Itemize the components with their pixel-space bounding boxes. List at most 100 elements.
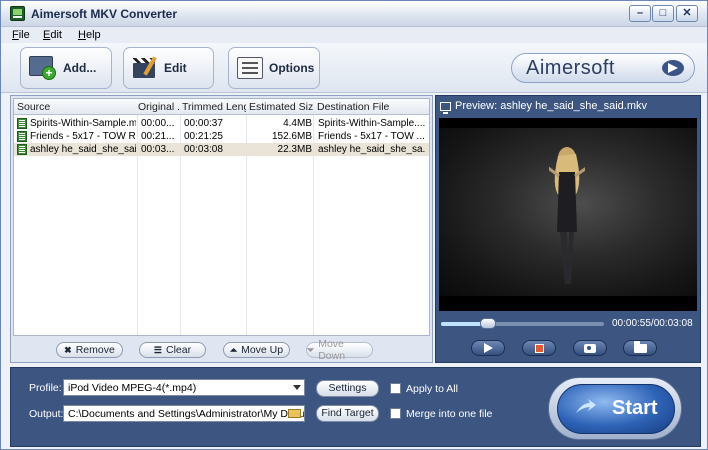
- app-window: Aimersoft MKV Converter – □ ✕ File Edit …: [0, 0, 708, 450]
- add-button-label: Add...: [63, 61, 97, 75]
- file-estimated-size: 152.6MB: [271, 131, 312, 142]
- file-original-length: 00:00...: [141, 118, 175, 129]
- profile-label: Profile:: [29, 382, 62, 394]
- brand-logo[interactable]: Aimersoft: [511, 53, 695, 83]
- file-source: ashley he_said_she_sai...: [30, 144, 136, 155]
- start-button[interactable]: Start: [557, 384, 675, 434]
- merge-checkbox[interactable]: [390, 408, 401, 419]
- file-list[interactable]: Source Original ... Trimmed Length Estim…: [13, 98, 430, 336]
- camera-icon: [584, 343, 596, 353]
- file-estimated-size: 4.4MB: [283, 118, 312, 129]
- move-up-button-label: Move Up: [241, 344, 284, 356]
- open-folder-button[interactable]: [623, 340, 657, 356]
- options-button[interactable]: Options: [228, 47, 320, 89]
- add-button[interactable]: + Add...: [20, 47, 112, 89]
- start-button-frame: Start: [548, 377, 682, 440]
- preview-panel: Preview: ashley he_said_she_said.mkv 00:…: [435, 95, 701, 363]
- browse-folder-icon[interactable]: [288, 409, 301, 418]
- stop-icon: [534, 343, 544, 353]
- profile-select[interactable]: iPod Video MPEG-4(*.mp4): [63, 379, 305, 396]
- chevron-down-icon: [293, 385, 301, 390]
- file-estimated-size: 22.3MB: [277, 144, 312, 155]
- close-button[interactable]: ✕: [676, 5, 698, 22]
- snapshot-button[interactable]: [573, 340, 607, 356]
- file-destination: Friends - 5x17 - TOW ...: [318, 131, 425, 142]
- file-source: Spirits-Within-Sample.mkv: [30, 118, 136, 129]
- apply-to-all-checkbox[interactable]: [390, 383, 401, 394]
- apply-to-all-label: Apply to All: [406, 383, 458, 395]
- column-header-destination[interactable]: Destination File: [317, 101, 427, 113]
- arrow-down-icon: ⏷: [307, 344, 315, 355]
- file-destination: ashley he_said_she_sa...: [318, 144, 426, 155]
- file-trimmed-length: 00:03:08: [184, 144, 223, 155]
- column-header-source[interactable]: Source: [17, 101, 135, 113]
- arrow-up-icon: ⏶: [229, 344, 238, 355]
- output-label: Output:: [29, 408, 64, 420]
- move-down-button-label: Move Down: [318, 338, 346, 362]
- menu-file[interactable]: File: [12, 29, 30, 41]
- output-path-value: C:\Documents and Settings\Administrator\…: [68, 408, 305, 420]
- title-bar[interactable]: Aimersoft MKV Converter – □ ✕: [1, 1, 707, 27]
- clear-button-label: Clear: [165, 344, 192, 356]
- file-list-header: Source Original ... Trimmed Length Estim…: [14, 99, 429, 115]
- window-title: Aimersoft MKV Converter: [31, 7, 178, 21]
- file-trimmed-length: 00:00:37: [184, 118, 223, 129]
- remove-x-icon: ✖: [64, 344, 72, 355]
- column-header-size[interactable]: Estimated Size: [249, 101, 313, 113]
- file-destination: Spirits-Within-Sample....: [318, 118, 426, 129]
- add-file-icon: +: [29, 56, 57, 80]
- maximize-button[interactable]: □: [652, 5, 674, 22]
- play-button[interactable]: [471, 340, 505, 356]
- video-preview[interactable]: [439, 118, 697, 311]
- file-row-selected[interactable]: ashley he_said_she_sai... 00:03... 00:03…: [14, 143, 429, 156]
- file-trimmed-length: 00:21:25: [184, 131, 223, 142]
- file-list-panel: Source Original ... Trimmed Length Estim…: [10, 95, 433, 363]
- menu-help[interactable]: Help: [78, 29, 101, 41]
- file-original-length: 00:21...: [141, 131, 175, 142]
- seek-slider[interactable]: [441, 318, 604, 329]
- video-file-icon: [17, 131, 27, 142]
- merge-label: Merge into one file: [406, 408, 493, 420]
- video-file-icon: [17, 144, 27, 155]
- move-down-button[interactable]: ⏷ Move Down: [306, 338, 373, 362]
- preview-header: Preview: ashley he_said_she_said.mkv: [440, 100, 647, 114]
- file-row[interactable]: Friends - 5x17 - TOW R... 00:21... 00:21…: [14, 130, 429, 143]
- play-icon: [483, 343, 493, 353]
- start-arrow-icon: [576, 399, 596, 413]
- clear-button[interactable]: ☰ Clear: [139, 342, 206, 358]
- seek-handle[interactable]: [480, 318, 497, 329]
- app-logo-icon: [10, 6, 25, 21]
- menu-edit[interactable]: Edit: [43, 29, 62, 41]
- edit-button[interactable]: Edit: [123, 47, 214, 89]
- video-frame-image: [549, 147, 585, 284]
- start-button-label: Start: [612, 397, 658, 419]
- options-list-icon: [237, 57, 263, 79]
- file-source: Friends - 5x17 - TOW R...: [30, 131, 136, 142]
- settings-button[interactable]: Settings: [316, 380, 379, 397]
- find-target-button[interactable]: Find Target: [316, 405, 379, 422]
- remove-button[interactable]: ✖ Remove: [56, 342, 123, 358]
- monitor-icon: [440, 101, 451, 114]
- brand-logo-text: Aimersoft: [526, 57, 615, 79]
- column-header-original[interactable]: Original ...: [138, 101, 180, 113]
- clear-list-icon: ☰: [153, 344, 162, 355]
- menu-bar: File Edit Help: [1, 27, 707, 43]
- output-path-input[interactable]: C:\Documents and Settings\Administrator\…: [63, 405, 305, 422]
- brand-arrow-icon: [662, 60, 684, 76]
- file-original-length: 00:03...: [141, 144, 175, 155]
- move-up-button[interactable]: ⏶ Move Up: [223, 342, 290, 358]
- preview-title: Preview: ashley he_said_she_said.mkv: [455, 100, 647, 112]
- video-file-icon: [17, 118, 27, 129]
- column-header-trimmed[interactable]: Trimmed Length: [182, 101, 246, 113]
- options-button-label: Options: [269, 61, 315, 75]
- output-settings-panel: Profile: iPod Video MPEG-4(*.mp4) Output…: [10, 367, 701, 447]
- folder-icon: [633, 340, 647, 353]
- remove-button-label: Remove: [75, 344, 115, 356]
- minimize-button[interactable]: –: [629, 5, 651, 22]
- clapperboard-icon: [132, 56, 158, 80]
- file-row[interactable]: Spirits-Within-Sample.mkv 00:00... 00:00…: [14, 117, 429, 130]
- profile-value: iPod Video MPEG-4(*.mp4): [68, 382, 197, 394]
- playback-time: 00:00:55/00:03:08: [612, 318, 693, 329]
- edit-button-label: Edit: [164, 61, 187, 75]
- stop-button[interactable]: [522, 340, 556, 356]
